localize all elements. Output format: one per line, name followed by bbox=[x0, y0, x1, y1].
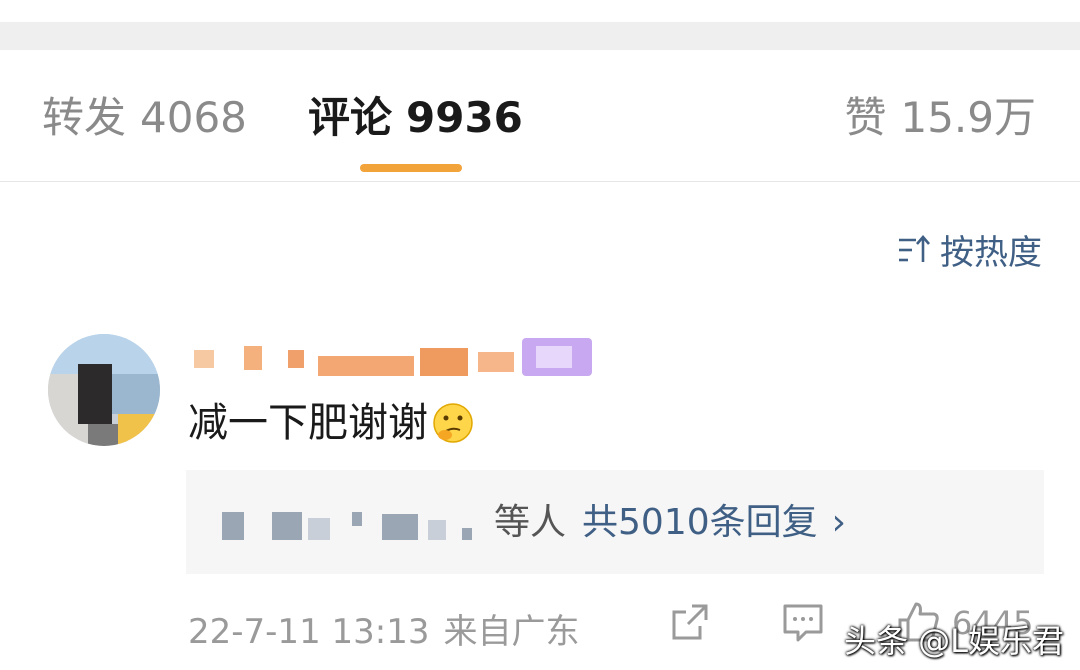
comment-icon[interactable] bbox=[780, 600, 826, 644]
tab-comment-count: 9936 bbox=[406, 93, 523, 142]
comment-text: 减一下肥谢谢 bbox=[188, 400, 428, 446]
reply-preview[interactable]: 等人 共5010条回复 › bbox=[186, 470, 1044, 574]
vip-badge bbox=[522, 338, 592, 376]
tab-like[interactable]: 赞 15.9万 bbox=[844, 92, 1036, 144]
reply-others-label: 等人 bbox=[494, 502, 567, 543]
sort-label: 按热度 bbox=[940, 233, 1042, 273]
comment-time: 22-7-11 13:13 bbox=[188, 612, 430, 652]
active-tab-indicator bbox=[360, 164, 462, 172]
tab-bar: 转发 4068 评论 9936 赞 15.9万 bbox=[0, 50, 1080, 182]
reply-usernames-pixelated bbox=[222, 508, 492, 542]
chevron-right-icon: › bbox=[831, 502, 847, 543]
tab-comment[interactable]: 评论 9936 bbox=[308, 92, 523, 144]
sort-icon bbox=[899, 234, 930, 262]
tab-repost[interactable]: 转发 4068 bbox=[42, 92, 247, 144]
reply-summary[interactable]: 等人 共5010条回复 › bbox=[494, 500, 846, 546]
tab-like-count: 15.9万 bbox=[900, 93, 1036, 142]
top-spacer bbox=[0, 0, 1080, 22]
comment-meta: 22-7-11 13:13 来自广东 bbox=[188, 604, 580, 653]
tab-like-label: 赞 bbox=[844, 93, 887, 142]
tab-comment-label: 评论 bbox=[308, 93, 393, 142]
reply-count-link[interactable]: 共5010条回复 bbox=[582, 502, 818, 543]
watermark: 头条 @L娱乐君 bbox=[843, 622, 1064, 660]
tab-repost-label: 转发 bbox=[42, 93, 127, 142]
tab-repost-count: 4068 bbox=[140, 93, 247, 142]
comment-location: 来自广东 bbox=[443, 612, 580, 652]
thinking-face-emoji-icon bbox=[433, 403, 473, 443]
avatar[interactable] bbox=[48, 334, 160, 446]
comment-body: 减一下肥谢谢 bbox=[188, 398, 474, 448]
share-icon[interactable] bbox=[668, 600, 712, 644]
section-divider-band bbox=[0, 22, 1080, 50]
sort-button[interactable]: 按热度 bbox=[896, 225, 1042, 274]
